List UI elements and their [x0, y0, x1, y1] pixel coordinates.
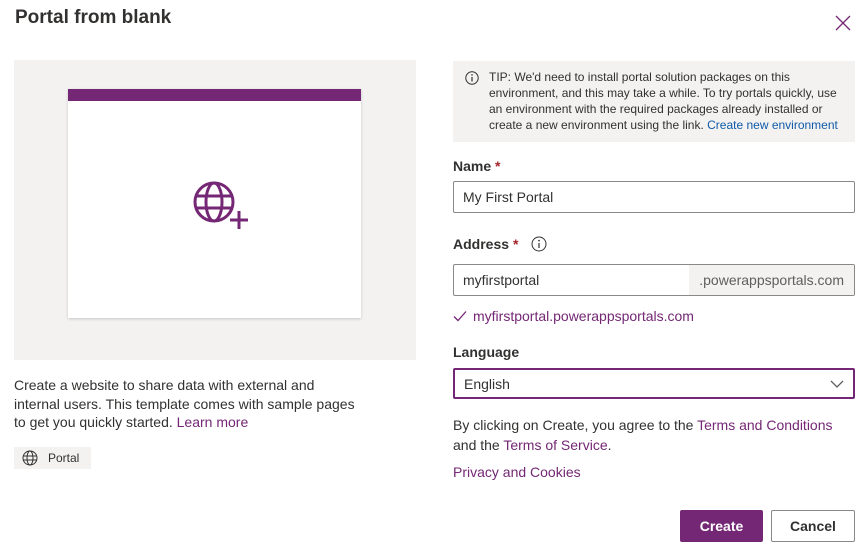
address-suffix: .powerappsportals.com	[689, 265, 854, 295]
language-selected: English	[464, 375, 510, 392]
name-label: Name *	[453, 158, 501, 174]
close-icon	[835, 15, 851, 31]
globe-icon	[22, 450, 38, 466]
portal-tag: Portal	[14, 447, 92, 469]
template-preview	[14, 60, 416, 360]
terms-conditions-link[interactable]: Terms and Conditions	[697, 417, 832, 433]
privacy-cookies-link[interactable]: Privacy and Cookies	[453, 464, 581, 480]
template-description: Create a website to share data with exte…	[14, 377, 355, 430]
agreement-text: By clicking on Create, you agree to the …	[453, 417, 833, 453]
preview-header-bar	[68, 89, 361, 101]
create-environment-link[interactable]: Create new environment	[707, 118, 838, 132]
chevron-down-icon	[830, 380, 844, 388]
cancel-button[interactable]: Cancel	[771, 510, 855, 542]
address-availability: myfirstportal.powerappsportals.com	[453, 308, 694, 324]
tag-label: Portal	[48, 451, 80, 465]
info-icon	[465, 71, 479, 85]
close-button[interactable]	[832, 12, 854, 34]
name-input[interactable]	[453, 181, 855, 213]
preview-card	[68, 89, 361, 318]
learn-more-link[interactable]: Learn more	[177, 414, 249, 430]
terms-service-link[interactable]: Terms of Service	[503, 437, 607, 453]
tip-message: TIP: We'd need to install portal solutio…	[453, 61, 855, 142]
create-button[interactable]: Create	[680, 510, 763, 542]
globe-add-icon	[193, 181, 248, 229]
language-dropdown[interactable]: English	[453, 368, 855, 399]
page-title: Portal from blank	[15, 7, 172, 28]
checkmark-icon	[453, 311, 467, 322]
language-label: Language	[453, 344, 520, 360]
address-label: Address *	[453, 236, 547, 252]
address-field: .powerappsportals.com	[453, 264, 855, 296]
address-input[interactable]	[454, 265, 689, 295]
info-icon[interactable]	[531, 236, 547, 252]
